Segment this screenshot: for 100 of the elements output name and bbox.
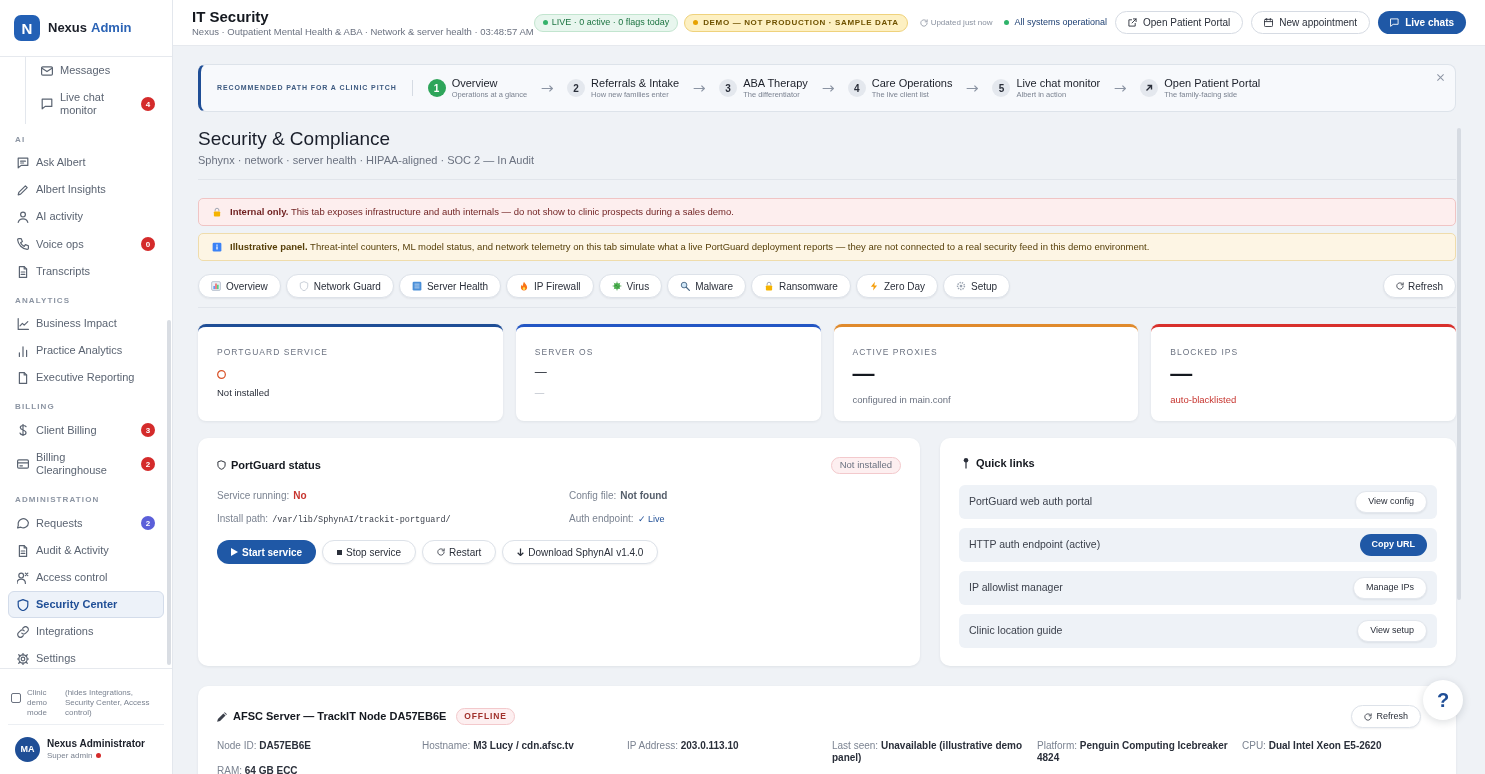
brand-name: Nexus xyxy=(48,19,88,38)
checkbox[interactable] xyxy=(11,693,21,703)
step-title[interactable]: Care Operations xyxy=(871,77,953,90)
status-ring-icon xyxy=(217,370,226,379)
step-title[interactable]: Referrals & Intake xyxy=(591,77,680,90)
header-subtitle: Nexus · Outpatient Mental Health & ABA · Network & server health · 03:48:57 AM xyxy=(192,25,534,38)
refresh-icon xyxy=(1364,712,1373,721)
refresh-button[interactable]: Refresh xyxy=(1351,705,1421,728)
header-button[interactable]: Open Patient Portal xyxy=(1115,11,1244,34)
tab[interactable]: Ransomware xyxy=(751,274,851,298)
info-field: Node ID: DA57EB6E xyxy=(217,740,410,764)
stat-note: Not installed xyxy=(217,387,270,399)
tab[interactable]: Zero Day xyxy=(855,274,939,298)
page-header-title: IT Security xyxy=(192,7,270,26)
nav-item[interactable]: Security Center xyxy=(8,591,164,618)
field-label: Install path: xyxy=(217,512,269,526)
page-subtitle: Sphynx · network · server health · HIPAA-aligned · SOC 2 — In Audit xyxy=(198,153,536,167)
message-icon xyxy=(17,156,29,169)
link-button[interactable]: View setup xyxy=(1357,620,1427,642)
nav-item[interactable]: Live chat monitor 4 xyxy=(32,84,164,124)
info-field: CPU: Dual Intel Xeon E5-2620 xyxy=(1242,740,1435,764)
step-number[interactable]: 4 xyxy=(847,79,866,97)
header-button[interactable]: Live chats xyxy=(1378,11,1467,34)
stat-value: — xyxy=(534,365,547,379)
nav-item[interactable]: Messages xyxy=(32,57,164,84)
section-heading: ADMINISTRATION xyxy=(14,495,101,505)
arrow-right-icon xyxy=(541,84,554,92)
step-number[interactable]: 2 xyxy=(567,79,586,97)
stat-value: — xyxy=(852,362,875,386)
tab[interactable]: IP Firewall xyxy=(506,274,594,298)
nav-item[interactable]: AI activity xyxy=(8,203,164,230)
step-title[interactable]: Open Patient Portal xyxy=(1164,77,1261,90)
nav-item[interactable]: Integrations xyxy=(8,618,164,645)
link-button[interactable]: Copy URL xyxy=(1359,534,1427,556)
tab[interactable]: Network Guard xyxy=(285,274,394,298)
nav-item[interactable]: Access control xyxy=(8,564,164,591)
flame-icon xyxy=(519,281,530,291)
stat-label: BLOCKED IPS xyxy=(1170,347,1239,357)
refresh-icon xyxy=(919,18,928,27)
pencil-icon xyxy=(17,183,29,196)
nav-item[interactable]: Client Billing 3 xyxy=(8,416,164,444)
shield-icon xyxy=(217,460,226,470)
alert-text: Illustrative panel. Threat-intel counters, ML model status, and network telemetry on this tab simulate what a live PortGuard deployment reports — they are not connected to a real security feed in this demo environment. xyxy=(230,239,1150,254)
tab[interactable]: Overview xyxy=(198,274,281,298)
nav-item[interactable]: Executive Reporting xyxy=(8,364,164,391)
arrow-right-icon xyxy=(1114,84,1127,92)
nav-item[interactable]: Practice Analytics xyxy=(8,337,164,364)
nav-item[interactable]: Albert Insights xyxy=(8,176,164,203)
stat-value: — xyxy=(1170,362,1193,386)
count-badge: 0 xyxy=(141,237,155,251)
shield-icon xyxy=(17,598,29,611)
step-title[interactable]: Overview xyxy=(451,77,528,90)
field-value: /var/lib/SphynAI/trackit-portguard/ xyxy=(272,514,451,527)
step-number[interactable]: 5 xyxy=(992,79,1011,97)
tab[interactable]: Setup xyxy=(943,274,1011,298)
field-label: Auth endpoint: xyxy=(569,512,634,526)
header-button[interactable]: New appointment xyxy=(1251,11,1371,34)
info-field: RAM: 64 GB ECC xyxy=(217,765,410,774)
nav-item[interactable]: Audit & Activity xyxy=(8,537,164,564)
nav-item[interactable]: Billing Clearinghouse 2 xyxy=(8,444,164,484)
chat-icon xyxy=(1390,18,1400,27)
card-title: Quick links xyxy=(976,455,1035,471)
tab[interactable]: Malware xyxy=(667,274,746,298)
calendar-icon xyxy=(1264,18,1274,27)
link-button[interactable]: Manage IPs xyxy=(1352,577,1427,599)
badge-text: DEMO — NOT PRODUCTION · SAMPLE DATA xyxy=(703,16,899,29)
step-title[interactable]: ABA Therapy xyxy=(743,77,808,90)
step-number[interactable]: 3 xyxy=(719,79,738,97)
count-badge: 2 xyxy=(141,516,155,530)
action-button[interactable]: Stop service xyxy=(322,540,417,564)
refresh-icon xyxy=(437,548,446,556)
nav-item[interactable]: Ask Albert xyxy=(8,149,164,176)
nav-item[interactable]: Settings xyxy=(8,645,164,668)
link-label: HTTP auth endpoint (active) xyxy=(969,537,1101,553)
action-button[interactable]: Start service xyxy=(217,540,317,564)
link-button[interactable]: View config xyxy=(1355,491,1427,513)
checkbox-label[interactable]: Clinic demo mode xyxy=(27,688,59,718)
info-field: Last seen: Unavailable (illustrative demo panel) xyxy=(832,740,1025,764)
download-icon xyxy=(517,548,525,556)
nav-item[interactable]: Transcripts xyxy=(8,258,164,285)
tab[interactable]: Server Health xyxy=(398,274,502,298)
stat-note: auto-blacklisted xyxy=(1170,394,1237,406)
stat-note: configured in main.conf xyxy=(852,394,951,406)
action-button[interactable]: Restart xyxy=(422,540,497,564)
nav-item[interactable]: Voice ops 0 xyxy=(8,230,164,258)
lightning-icon xyxy=(868,281,879,291)
settings-icon xyxy=(17,652,29,665)
field-label: Service running: xyxy=(217,489,290,503)
refresh-button[interactable]: Refresh xyxy=(1383,274,1456,298)
step-title[interactable]: Live chat monitor xyxy=(1016,77,1101,90)
field-value: ✓ Live xyxy=(637,513,665,526)
close-icon[interactable] xyxy=(1437,74,1444,81)
help-button[interactable]: ? xyxy=(1423,680,1463,720)
action-button[interactable]: Download SphynAI v1.4.0 xyxy=(502,540,659,564)
tab[interactable]: Virus xyxy=(598,274,663,298)
nav-item[interactable]: Business Impact xyxy=(8,310,164,337)
refresh-icon xyxy=(1396,282,1404,290)
arrow-right-icon xyxy=(821,84,834,92)
badge-text: LIVE · 0 active · 0 flags today xyxy=(551,15,670,29)
nav-item[interactable]: Requests 2 xyxy=(8,509,164,537)
